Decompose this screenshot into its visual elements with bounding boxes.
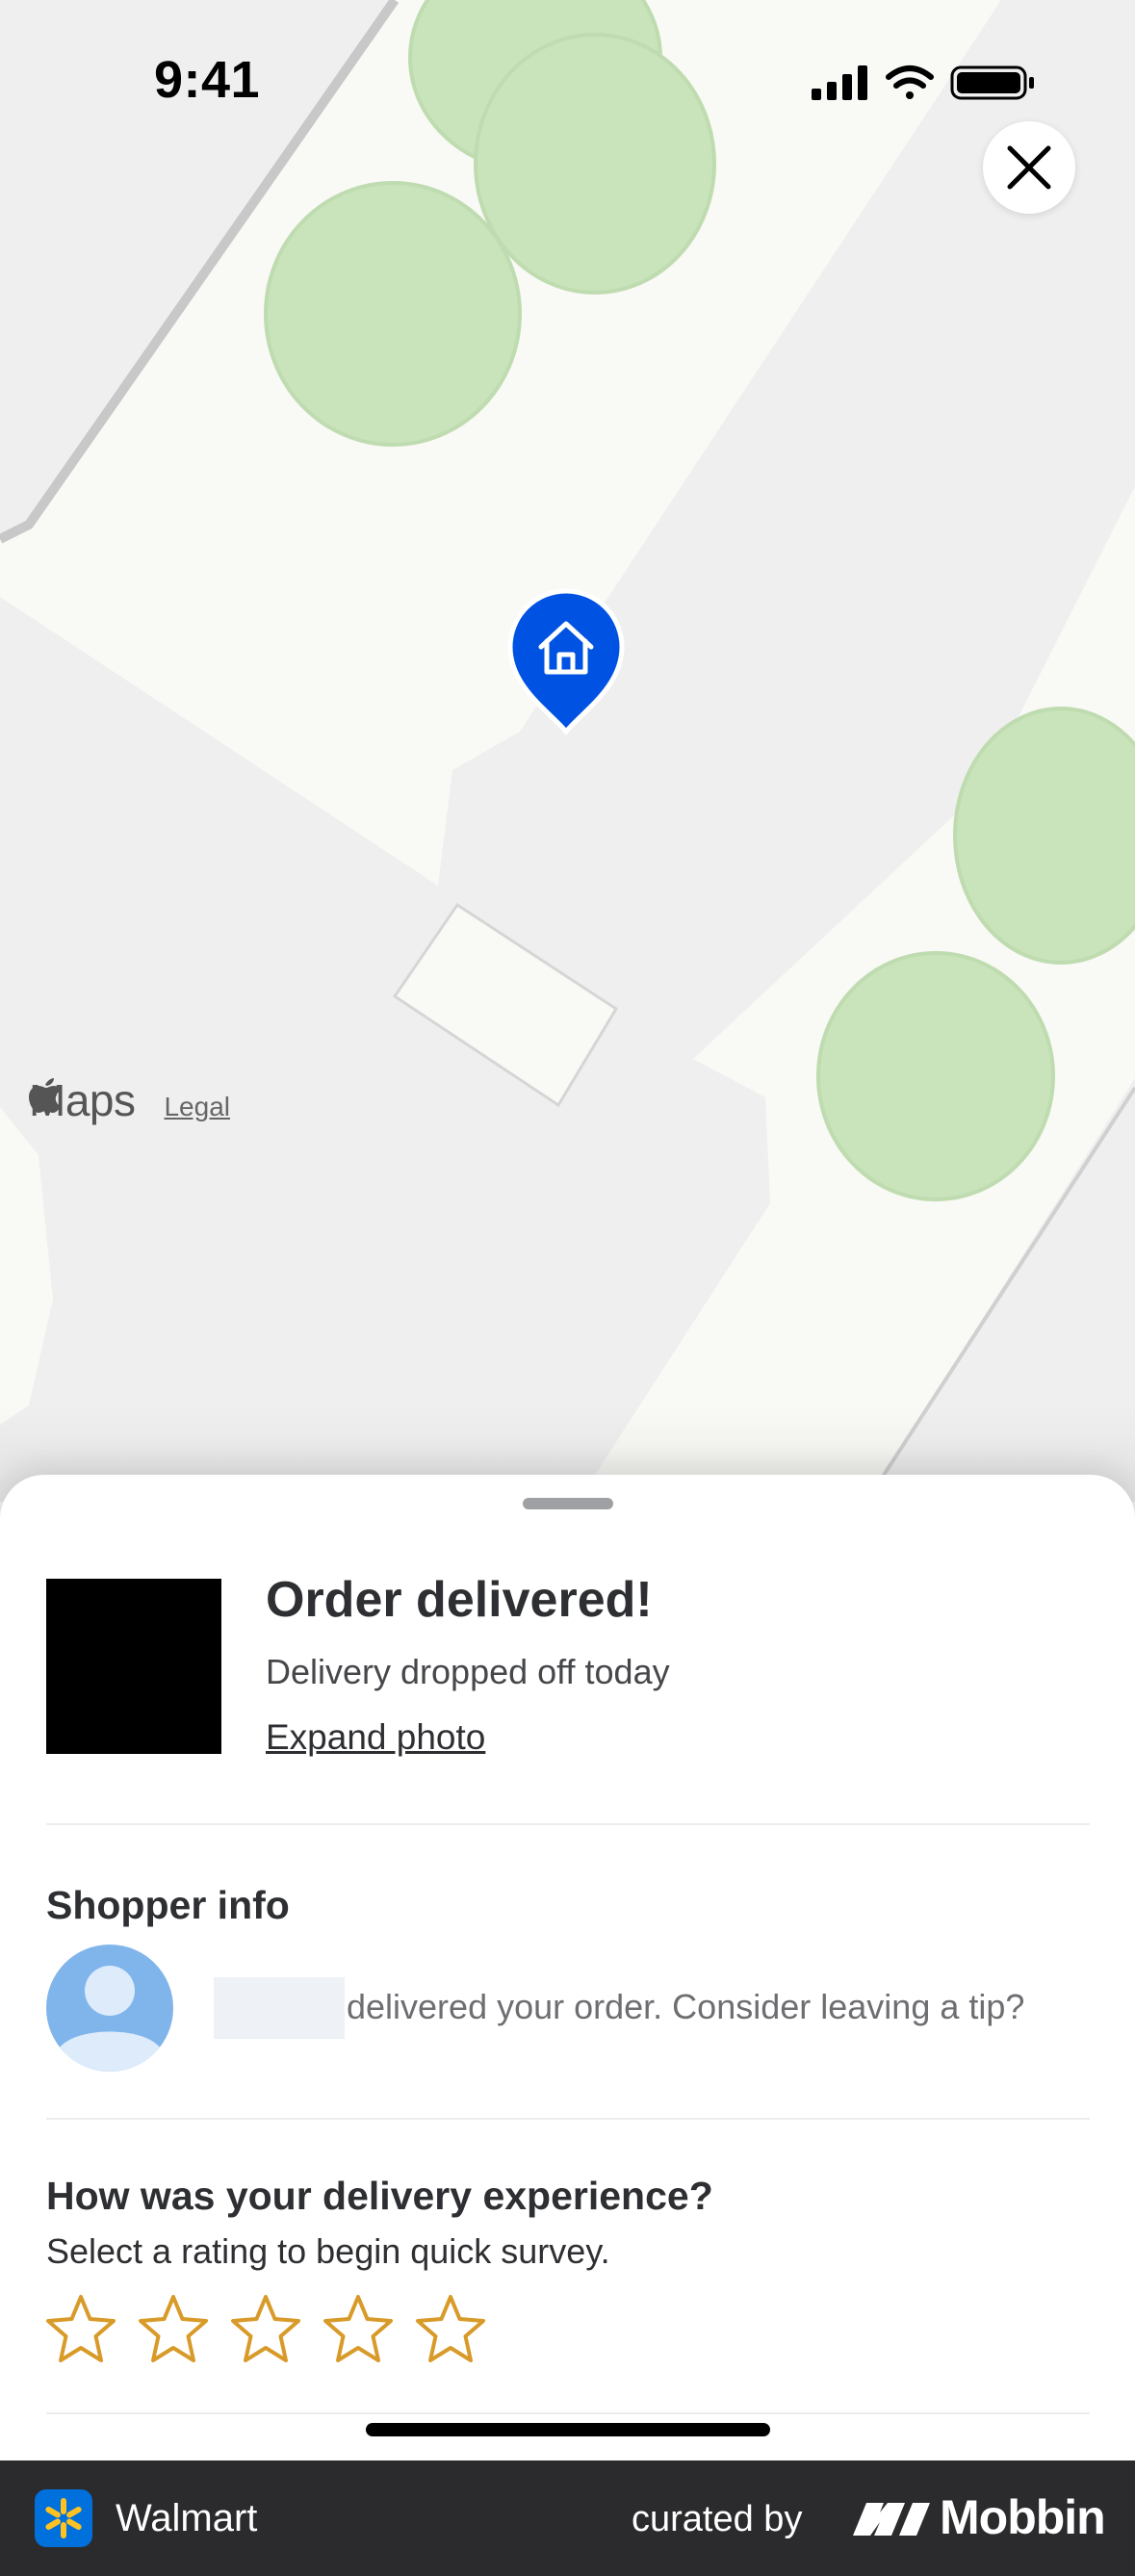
order-status-subtitle: Delivery dropped off today: [266, 1652, 670, 1691]
star-icon-5[interactable]: [414, 2293, 487, 2366]
map-canvas: [0, 0, 1135, 1502]
shopper-info-heading: Shopper info: [46, 1883, 290, 1927]
maps-attribution: Maps Legal: [29, 1074, 230, 1126]
star-icon-2[interactable]: [137, 2293, 210, 2366]
expand-photo-link[interactable]: Expand photo: [266, 1717, 485, 1758]
app-name: Walmart: [116, 2497, 258, 2539]
shopper-avatar: [46, 1945, 173, 2072]
cellular-signal-icon: [812, 65, 867, 100]
shopper-name-redacted: [214, 1977, 345, 2039]
legal-link[interactable]: Legal: [164, 1092, 230, 1122]
close-button[interactable]: [983, 121, 1075, 214]
star-icon-1[interactable]: [44, 2293, 117, 2366]
status-bar: 9:41: [0, 0, 1135, 164]
wifi-icon: [886, 65, 934, 99]
walmart-spark-icon: [35, 2489, 92, 2547]
battery-icon: [950, 65, 1034, 100]
star-rating: [44, 2293, 506, 2366]
sheet-grabber[interactable]: [523, 1498, 613, 1509]
divider: [46, 2118, 1090, 2120]
divider: [46, 2412, 1090, 2414]
home-location-pin[interactable]: [506, 583, 626, 735]
home-icon: [507, 588, 625, 735]
order-status-sheet: Order delivered! Delivery dropped off to…: [0, 1475, 1135, 2460]
shopper-message: delivered your order. Consider leaving a…: [347, 1987, 1025, 2026]
map-view[interactable]: Maps Legal: [0, 0, 1135, 1502]
source-footer: Walmart curated by Mobbin: [0, 2460, 1135, 2576]
home-indicator[interactable]: [366, 2423, 770, 2436]
status-icons: [812, 65, 1034, 100]
divider: [46, 1823, 1090, 1825]
status-time: 9:41: [154, 51, 261, 109]
order-status-title: Order delivered!: [266, 1572, 653, 1628]
spark-icon: [45, 2498, 82, 2538]
survey-subheading: Select a rating to begin quick survey.: [46, 2231, 610, 2271]
star-icon-3[interactable]: [229, 2293, 302, 2366]
curated-by-label: curated by: [632, 2499, 803, 2539]
apple-maps-logo: Maps: [29, 1074, 136, 1126]
person-icon: [58, 1966, 162, 2072]
delivery-photo-thumbnail[interactable]: [46, 1579, 221, 1754]
survey-heading: How was your delivery experience?: [46, 2174, 713, 2218]
apple-icon: [29, 1078, 61, 1113]
mobbin-logo-icon: [853, 2503, 930, 2536]
star-icon-4[interactable]: [322, 2293, 395, 2366]
mobbin-brand: Mobbin: [940, 2490, 1106, 2544]
close-icon: [1007, 145, 1051, 190]
